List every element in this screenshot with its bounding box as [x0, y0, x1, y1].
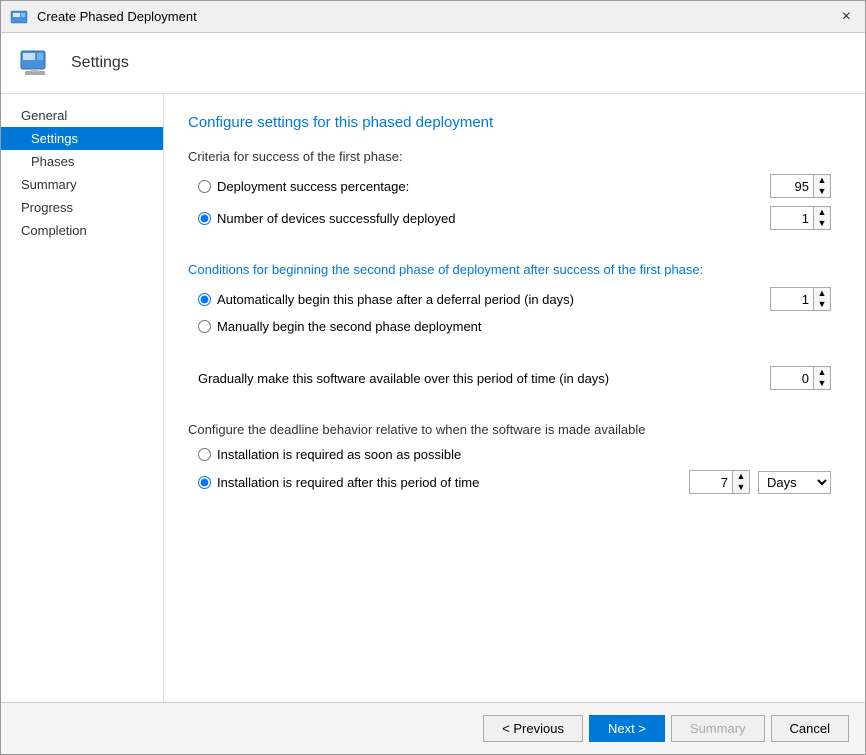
criteria-section: Criteria for success of the first phase:… — [188, 149, 841, 230]
gradually-down[interactable]: ▼ — [814, 378, 830, 389]
header-icon — [17, 43, 57, 83]
sidebar-item-completion[interactable]: Completion — [1, 219, 163, 242]
auto-begin-up[interactable]: ▲ — [814, 288, 830, 299]
installation-period-label: Installation is required after this peri… — [217, 475, 479, 490]
deployment-success-radio[interactable] — [198, 180, 211, 193]
devices-deployed-value[interactable]: 1 — [771, 209, 813, 228]
manually-begin-row: Manually begin the second phase deployme… — [188, 319, 841, 334]
section-title: Configure settings for this phased deplo… — [188, 114, 841, 131]
auto-begin-row: Automatically begin this phase after a d… — [188, 287, 841, 311]
installation-asap-label: Installation is required as soon as poss… — [217, 447, 461, 462]
installation-asap-row: Installation is required as soon as poss… — [188, 447, 841, 462]
devices-deployed-up[interactable]: ▲ — [814, 207, 830, 218]
auto-begin-label: Automatically begin this phase after a d… — [217, 292, 574, 307]
devices-deployed-label: Number of devices successfully deployed — [217, 211, 455, 226]
devices-deployed-down[interactable]: ▼ — [814, 218, 830, 229]
sidebar-item-settings[interactable]: Settings — [1, 127, 163, 150]
installation-period-row: Installation is required after this peri… — [188, 470, 841, 494]
period-unit-select[interactable]: Days Weeks Months — [758, 471, 831, 494]
title-bar-left: Create Phased Deployment — [9, 7, 197, 27]
gradually-value[interactable]: 0 — [771, 369, 813, 388]
sidebar-item-summary[interactable]: Summary — [1, 173, 163, 196]
summary-button[interactable]: Summary — [671, 715, 765, 742]
manually-begin-label: Manually begin the second phase deployme… — [217, 319, 482, 334]
main-window: Create Phased Deployment × Settings Gene… — [0, 0, 866, 755]
title-bar: Create Phased Deployment × — [1, 1, 865, 33]
header-bar: Settings — [1, 33, 865, 94]
deployment-success-up[interactable]: ▲ — [814, 175, 830, 186]
footer: < Previous Next > Summary Cancel — [1, 702, 865, 754]
deadline-section: Configure the deadline behavior relative… — [188, 422, 841, 494]
body: General Settings Phases Summary Progress… — [1, 94, 865, 702]
installation-period-down[interactable]: ▼ — [733, 482, 749, 493]
gradually-label: Gradually make this software available o… — [198, 371, 609, 386]
window-title: Create Phased Deployment — [37, 9, 197, 24]
installation-period-up[interactable]: ▲ — [733, 471, 749, 482]
auto-begin-spinner: 1 ▲ ▼ — [770, 287, 831, 311]
previous-button[interactable]: < Previous — [483, 715, 583, 742]
gradually-row: Gradually make this software available o… — [188, 366, 841, 390]
sidebar-item-progress[interactable]: Progress — [1, 196, 163, 219]
auto-begin-down[interactable]: ▼ — [814, 299, 830, 310]
sidebar: General Settings Phases Summary Progress… — [1, 94, 164, 702]
header-title: Settings — [71, 54, 129, 72]
installation-period-spinner: 7 ▲ ▼ — [689, 470, 750, 494]
devices-deployed-row: Number of devices successfully deployed … — [188, 206, 841, 230]
window-icon — [9, 7, 29, 27]
installation-period-value[interactable]: 7 — [690, 473, 732, 492]
close-button[interactable]: × — [836, 6, 857, 28]
manually-begin-radio[interactable] — [198, 320, 211, 333]
sidebar-item-phases[interactable]: Phases — [1, 150, 163, 173]
devices-deployed-radio[interactable] — [198, 212, 211, 225]
deployment-success-row: Deployment success percentage: 95 ▲ ▼ — [188, 174, 841, 198]
devices-deployed-spinner: 1 ▲ ▼ — [770, 206, 831, 230]
deployment-success-value[interactable]: 95 — [771, 177, 813, 196]
criteria-label: Criteria for success of the first phase: — [188, 149, 841, 164]
deployment-success-label: Deployment success percentage: — [217, 179, 409, 194]
auto-begin-value[interactable]: 1 — [771, 290, 813, 309]
next-button[interactable]: Next > — [589, 715, 665, 742]
deployment-success-spinner: 95 ▲ ▼ — [770, 174, 831, 198]
installation-period-radio[interactable] — [198, 476, 211, 489]
cancel-button[interactable]: Cancel — [771, 715, 849, 742]
sidebar-item-general[interactable]: General — [1, 104, 163, 127]
auto-begin-radio[interactable] — [198, 293, 211, 306]
deployment-success-down[interactable]: ▼ — [814, 186, 830, 197]
deadline-label: Configure the deadline behavior relative… — [188, 422, 841, 437]
conditions-section: Conditions for beginning the second phas… — [188, 262, 841, 334]
gradually-spinner: 0 ▲ ▼ — [770, 366, 831, 390]
conditions-label: Conditions for beginning the second phas… — [188, 262, 841, 277]
installation-asap-radio[interactable] — [198, 448, 211, 461]
main-content: Configure settings for this phased deplo… — [164, 94, 865, 702]
gradually-up[interactable]: ▲ — [814, 367, 830, 378]
gradually-section: Gradually make this software available o… — [188, 366, 841, 390]
